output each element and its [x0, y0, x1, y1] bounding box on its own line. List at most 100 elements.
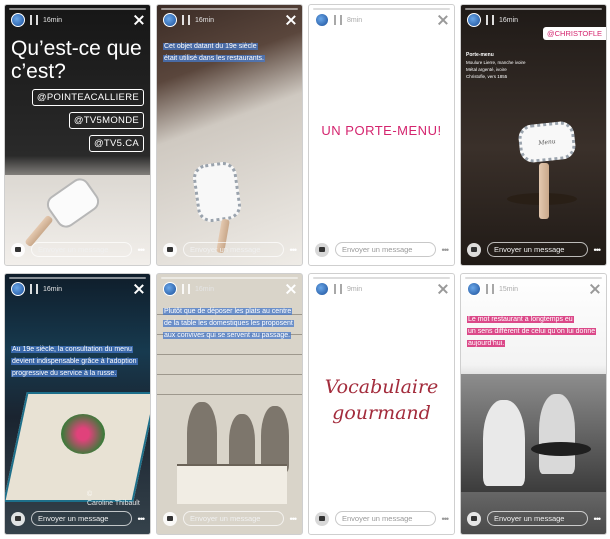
- post-time: 9min: [347, 285, 363, 293]
- close-icon[interactable]: [438, 15, 448, 25]
- engraving-figure: [187, 402, 217, 472]
- story-caption: Le mot restaurant a longtemps eu un sens…: [467, 314, 600, 350]
- story-progress-bar: [313, 277, 450, 279]
- message-bar: Envoyer un message •••: [11, 241, 146, 258]
- engraving-figure: [261, 406, 289, 472]
- script-title: Vocabulaire gourmand: [309, 374, 454, 426]
- story-progress-bar: [465, 277, 602, 279]
- caption-line: devient indispensable grâce à l’adoption: [11, 358, 138, 365]
- camera-icon[interactable]: [11, 511, 25, 526]
- story-panel-8[interactable]: 15min Le mot restaurant a longtemps eu u…: [460, 273, 607, 535]
- reveal-title: UN PORTE-MENU!: [321, 123, 442, 138]
- story-panel-6[interactable]: 16min Plutôt que de déposer les plats au…: [156, 273, 303, 535]
- engraving-line: [157, 354, 302, 355]
- camera-icon[interactable]: [163, 242, 177, 257]
- info-title: Porte-menu: [466, 52, 494, 58]
- mention-tag[interactable]: @CHRISTOFLE: [543, 27, 606, 40]
- info-line: Moulure Lierre, manche ivoire: [466, 60, 526, 65]
- account-avatar[interactable]: [163, 13, 177, 27]
- info-line: Christofle, vers 1855: [466, 74, 508, 79]
- credit-name: Caroline Thibault: [87, 500, 140, 507]
- close-icon[interactable]: [590, 284, 600, 294]
- close-icon[interactable]: [286, 284, 296, 294]
- story-panel-3[interactable]: 8min UN PORTE-MENU! Envoyer un message •…: [308, 4, 455, 266]
- message-input[interactable]: Envoyer un message: [183, 511, 284, 526]
- flower-centerpiece: [61, 414, 105, 454]
- post-time: 16min: [43, 285, 63, 293]
- close-icon[interactable]: [438, 284, 448, 294]
- more-icon[interactable]: •••: [594, 245, 602, 255]
- story-caption: Au 19e siècle, la consultation du menu d…: [11, 344, 144, 380]
- caption-line: aux convives qui se servent au passage.: [163, 332, 292, 339]
- more-icon[interactable]: •••: [138, 514, 146, 524]
- story-panel-5[interactable]: 16min Au 19e siècle, la consultation du …: [4, 273, 151, 535]
- message-input[interactable]: Envoyer un message: [335, 511, 436, 526]
- story-header: 16min: [163, 281, 296, 297]
- account-avatar[interactable]: [467, 13, 481, 27]
- story-progress-bar: [313, 8, 450, 10]
- caption-line: progressive du service à la russe.: [11, 370, 118, 377]
- message-input[interactable]: Envoyer un message: [31, 242, 132, 257]
- close-icon[interactable]: [286, 15, 296, 25]
- camera-icon[interactable]: [315, 511, 329, 526]
- account-avatar[interactable]: [11, 282, 25, 296]
- story-progress-bar: [9, 8, 146, 10]
- camera-icon[interactable]: [11, 242, 25, 257]
- close-icon[interactable]: [134, 15, 144, 25]
- photo-figure: [483, 400, 525, 486]
- script-title-line: Vocabulaire: [324, 376, 439, 398]
- more-icon[interactable]: •••: [442, 245, 450, 255]
- mention-tag[interactable]: @TV5MONDE: [68, 112, 144, 129]
- caption-line: aujourd’hui.: [467, 340, 506, 347]
- story-header: 9min: [315, 281, 448, 297]
- account-avatar[interactable]: [11, 13, 25, 27]
- pause-icon: [30, 15, 38, 25]
- pause-icon: [182, 284, 190, 294]
- credit-symbol: ©: [87, 491, 93, 498]
- account-avatar[interactable]: [315, 282, 329, 296]
- message-bar: Envoyer un message •••: [467, 241, 602, 258]
- more-icon[interactable]: •••: [594, 514, 602, 524]
- story-grid: 16min Qu’est-ce que c’est? @POINTEACALLI…: [4, 4, 607, 535]
- message-input[interactable]: Envoyer un message: [335, 242, 436, 257]
- more-icon[interactable]: •••: [290, 245, 298, 255]
- story-progress-bar: [161, 277, 298, 279]
- engraving-line: [157, 374, 302, 375]
- pause-icon: [334, 15, 342, 25]
- camera-icon[interactable]: [315, 242, 329, 257]
- more-icon[interactable]: •••: [290, 514, 298, 524]
- story-header: 16min: [11, 281, 144, 297]
- mention-tag[interactable]: @TV5.CA: [88, 135, 144, 152]
- camera-icon[interactable]: [163, 511, 177, 526]
- message-input[interactable]: Envoyer un message: [487, 511, 588, 526]
- mention-tag[interactable]: @POINTEACALLIERE: [31, 89, 144, 106]
- story-panel-2[interactable]: 16min Cet objet datant du 19e siècle éta…: [156, 4, 303, 266]
- story-header: 8min: [315, 12, 448, 28]
- script-title-line: gourmand: [332, 402, 431, 424]
- story-panel-4[interactable]: 16min @CHRISTOFLE Porte-menu Moulure Lie…: [460, 4, 607, 266]
- caption-line: était utilisé dans les restaurants.: [163, 55, 265, 62]
- account-avatar[interactable]: [315, 13, 329, 27]
- account-avatar[interactable]: [467, 282, 481, 296]
- story-header: 15min: [467, 281, 600, 297]
- message-bar: Envoyer un message •••: [467, 510, 602, 527]
- message-input[interactable]: Envoyer un message: [31, 511, 132, 526]
- more-icon[interactable]: •••: [138, 245, 146, 255]
- menu-card-text: Menu: [537, 137, 557, 147]
- message-input[interactable]: Envoyer un message: [487, 242, 588, 257]
- close-icon[interactable]: [134, 284, 144, 294]
- story-panel-7[interactable]: 9min Vocabulaire gourmand Envoyer un mes…: [308, 273, 455, 535]
- caption-line: Plutôt que de déposer les plats au centr…: [163, 308, 293, 315]
- post-time: 16min: [195, 16, 215, 24]
- camera-icon[interactable]: [467, 242, 481, 257]
- story-progress-bar: [161, 8, 298, 10]
- more-icon[interactable]: •••: [442, 514, 450, 524]
- story-panel-1[interactable]: 16min Qu’est-ce que c’est? @POINTEACALLI…: [4, 4, 151, 266]
- pause-icon: [334, 284, 342, 294]
- caption-line: Le mot restaurant a longtemps eu: [467, 316, 574, 323]
- message-input[interactable]: Envoyer un message: [183, 242, 284, 257]
- info-line: Métal argenté, ivoire: [466, 67, 507, 72]
- camera-icon[interactable]: [467, 511, 481, 526]
- pause-icon: [486, 284, 494, 294]
- account-avatar[interactable]: [163, 282, 177, 296]
